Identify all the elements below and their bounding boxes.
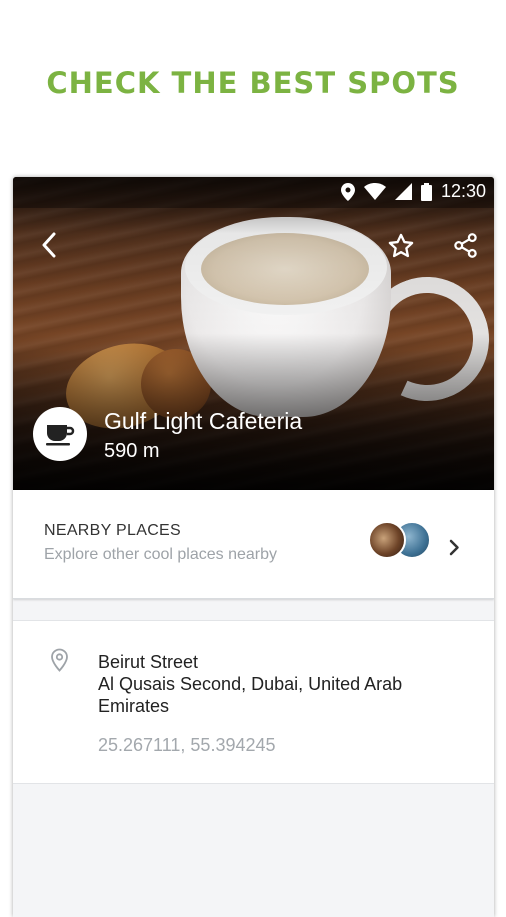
- back-button[interactable]: [39, 231, 57, 264]
- status-time: 12:30: [440, 181, 486, 201]
- battery-icon: [420, 182, 432, 201]
- status-bar: 12:30: [13, 177, 494, 208]
- category-badge: [33, 407, 87, 461]
- wifi-icon: [363, 183, 386, 200]
- nearby-place-thumbnail: [368, 521, 406, 559]
- place-name: Gulf Light Cafeteria: [104, 408, 303, 434]
- cellular-signal-icon: [394, 183, 412, 200]
- location-icon: [340, 182, 355, 201]
- phone-screen: 12:30 Gulf Light Cafeteria 590 m NEARBY …: [13, 177, 494, 917]
- star-icon: [388, 233, 414, 258]
- place-distance: 590 m: [104, 440, 160, 462]
- marketing-headline: CHECK THE BEST SPOTS: [46, 66, 460, 100]
- place-hero-image: 12:30 Gulf Light Cafeteria 590 m: [13, 177, 494, 490]
- address-city: Al Qusais Second, Dubai, United Arab Emi…: [98, 674, 403, 716]
- map-pin-icon: [50, 648, 69, 677]
- nearby-places-title: NEARBY PLACES: [44, 522, 181, 539]
- address-street: Beirut Street: [98, 652, 199, 672]
- favorite-button[interactable]: [387, 232, 415, 265]
- share-button[interactable]: [452, 232, 479, 264]
- share-icon: [454, 233, 477, 258]
- address-card: Beirut Street Al Qusais Second, Dubai, U…: [13, 620, 494, 784]
- nearby-places-row[interactable]: NEARBY PLACES Explore other cool places …: [13, 490, 494, 599]
- place-title-block: Gulf Light Cafeteria 590 m: [104, 406, 302, 466]
- back-arrow-icon: [42, 232, 56, 258]
- address-coordinates: 25.267111, 55.394245: [98, 735, 276, 755]
- chevron-right-icon: [449, 539, 460, 561]
- coffee-cup-icon: [46, 425, 75, 446]
- nearby-places-subtitle: Explore other cool places nearby: [44, 546, 278, 563]
